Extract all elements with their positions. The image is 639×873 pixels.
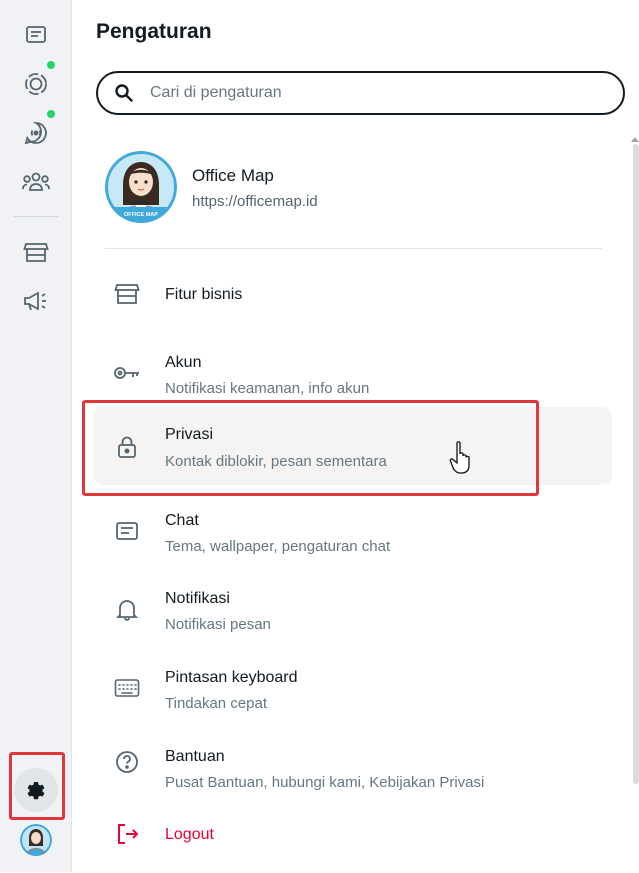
menu-item-logout[interactable]: Logout [93,795,612,873]
profile-divider [105,248,602,249]
menu-item-subtitle: Tindakan cepat [165,695,268,712]
menu-item-label: Fitur bisnis [165,286,243,303]
menu-item-subtitle: Tema, wallpaper, pengaturan chat [165,538,391,555]
menu-item-label: Bantuan [165,748,225,765]
status-icon [25,73,47,95]
bell-icon [113,595,141,623]
navigation-rail [0,0,72,872]
gear-icon [27,782,45,800]
menu-item-privacy[interactable]: Privasi Kontak diblokir, pesan sementara [93,407,612,485]
menu-item-notifications[interactable]: Notifikasi Notifikasi pesan [93,570,612,648]
communities-icon [22,172,50,191]
menu-item-subtitle: Pusat Bantuan, hubungi kami, Kebijakan P… [165,774,485,791]
lock-icon [113,433,141,461]
settings-button[interactable] [14,768,58,812]
menu-item-keyboard-shortcuts[interactable]: Pintasan keyboard Tindakan cepat [93,649,612,727]
search-input[interactable] [148,83,592,103]
advertise-button[interactable] [12,281,60,321]
status-button[interactable] [12,64,60,104]
avatar-icon [20,824,52,856]
menu-item-label: Akun [165,354,202,371]
logout-icon [113,820,141,848]
menu-item-label: Pintasan keyboard [165,669,298,686]
hand-cursor-icon [449,440,475,474]
menu-item-label: Privasi [165,426,214,443]
key-icon [113,359,141,387]
menu-item-subtitle: Notifikasi pesan [165,616,271,633]
menu-item-label: Chat [165,512,199,529]
rail-divider [14,216,58,217]
menu-item-subtitle: Kontak diblokir, pesan sementara [165,453,387,470]
scrollbar-thumb[interactable] [633,144,639,784]
chats-button[interactable] [12,15,60,55]
profile-name: Office Map [192,166,274,185]
menu-item-subtitle: Notifikasi keamanan, info akun [165,380,370,397]
profile-avatar-button[interactable] [20,824,52,856]
store-icon [23,243,49,262]
status-badge [47,61,55,69]
svg-text:OFFICE MAP: OFFICE MAP [124,212,158,218]
menu-item-business-tools[interactable]: Fitur bisnis [93,255,612,333]
menu-item-account[interactable]: Akun Notifikasi keamanan, info akun [93,334,612,412]
help-icon [113,748,141,776]
profile-url: https://officemap.id [192,193,318,210]
keyboard-icon [113,674,141,702]
channels-icon [24,122,47,145]
channels-button[interactable] [12,113,60,153]
chat-icon [113,517,141,545]
communities-button[interactable] [12,162,60,202]
profile-avatar: OFFICE MAP [105,151,177,223]
search-icon [114,83,134,103]
menu-item-label: Notifikasi [165,590,230,607]
channels-badge [47,110,55,118]
menu-item-chats[interactable]: Chat Tema, wallpaper, pengaturan chat [93,492,612,570]
avatar-icon: OFFICE MAP [105,151,177,223]
page-title: Pengaturan [96,20,212,43]
scroll-up-arrow[interactable] [631,130,639,142]
chats-icon [26,26,46,43]
search-bar[interactable] [96,71,625,115]
store-button[interactable] [12,232,60,272]
megaphone-icon [24,291,46,311]
menu-item-label: Logout [165,826,214,843]
profile-card[interactable]: OFFICE MAP Office Map https://officemap.… [105,151,605,225]
store-icon [113,280,141,308]
